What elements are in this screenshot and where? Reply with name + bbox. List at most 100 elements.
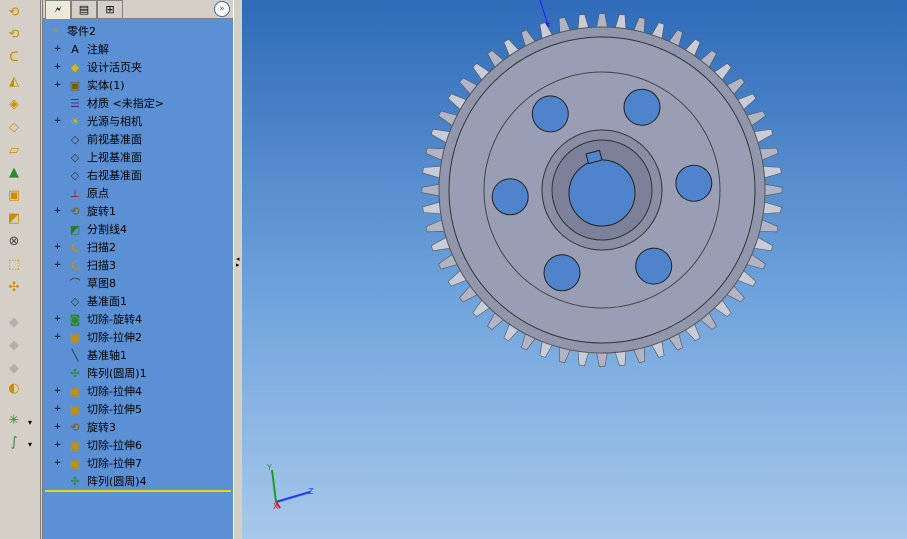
expand-plus-icon[interactable]: + <box>53 260 62 270</box>
property-tab[interactable]: ▤ <box>71 0 97 18</box>
revolve-boss-icon[interactable]: ⟲ <box>4 24 24 44</box>
revolve-icon: ⟲ <box>70 420 80 434</box>
tree-item[interactable]: + ▣ 切除-拉伸7 <box>43 454 231 472</box>
cut-extrude-icon: ▣ <box>69 438 81 452</box>
cut-extrude-icon: ▣ <box>69 330 81 344</box>
tree-item[interactable]: + ☀ 光源与相机 <box>43 112 231 130</box>
plane-icon[interactable]: ▱ <box>4 140 24 160</box>
expand-plus-icon[interactable]: + <box>53 386 62 396</box>
expand-plus-icon[interactable]: + <box>53 404 62 414</box>
view-triad: Z Y X <box>266 463 314 511</box>
tree-item[interactable]: + ◙ 切除-旋转4 <box>43 310 231 328</box>
y-axis-label: Y <box>266 463 272 472</box>
reference-axis-line <box>539 0 548 23</box>
tree-item-label: 旋转1 <box>87 205 116 218</box>
tree-item[interactable]: ⊥ 原点 <box>43 184 231 202</box>
y-axis-line <box>271 469 277 503</box>
curves-icon[interactable]: ∫ <box>4 432 24 452</box>
tree-item-label: 上视基准面 <box>87 151 142 164</box>
tree-item-label: 切除-拉伸4 <box>87 385 142 398</box>
revolve-boss-icon[interactable]: ⟲ <box>4 2 24 22</box>
tree-item[interactable]: ☰ 材质 <未指定> <box>43 94 231 112</box>
expand-plus-icon[interactable]: + <box>53 458 62 468</box>
cut-extrude-icon: ▣ <box>69 402 81 416</box>
tree-item[interactable]: + A 注解 <box>43 40 231 58</box>
expand-plus-icon[interactable]: + <box>53 440 62 450</box>
lights-camera-icon: ☀ <box>70 114 80 128</box>
tree-item[interactable]: + ᑕ 扫描3 <box>43 256 231 274</box>
fillet-icon[interactable]: ◈ <box>4 94 24 114</box>
tree-item[interactable]: ◩ 分割线4 <box>43 220 231 238</box>
draft-icon[interactable]: ▲ <box>4 162 24 182</box>
revolve-icon: ⟲ <box>70 204 80 218</box>
expand-plus-icon[interactable]: + <box>53 206 62 216</box>
plane-icon: ◇ <box>70 132 80 146</box>
tree-item[interactable]: ⌒ 草图8 <box>43 274 231 292</box>
feature-tree-tab[interactable]: 🗲 <box>45 0 71 19</box>
tree-item[interactable]: ╲ 基准轴1 <box>43 346 231 364</box>
part-icon: 🗲 <box>51 24 59 37</box>
expand-plus-icon[interactable]: + <box>53 80 62 90</box>
tree-item[interactable]: + ▣ 切除-拉伸5 <box>43 400 231 418</box>
loft-boss-icon[interactable]: ◭ <box>4 71 24 91</box>
tree-item-label: 基准面1 <box>87 295 127 308</box>
tree-root-part[interactable]: 🗲 零件2 <box>43 22 231 40</box>
lightening-hole <box>635 247 673 285</box>
expand-plus-icon[interactable]: + <box>53 116 62 126</box>
origin-icon: ⊥ <box>70 186 80 200</box>
tree-item[interactable]: + ▣ 切除-拉伸2 <box>43 328 231 346</box>
cut-extrude-icon: ▣ <box>69 456 81 470</box>
tree-item[interactable]: + ▣ 切除-拉伸6 <box>43 436 231 454</box>
circular-pattern-icon: ✣ <box>70 366 80 380</box>
tree-item[interactable]: + ▣ 实体(1) <box>43 76 231 94</box>
tree-item-label: 切除-拉伸7 <box>87 457 142 470</box>
sweep-icon: ᑕ <box>70 240 80 254</box>
expand-plus-icon[interactable]: + <box>53 332 62 342</box>
expand-plus-icon[interactable]: + <box>53 62 62 72</box>
axis-icon: ╲ <box>71 348 79 362</box>
expand-plus-icon[interactable]: + <box>53 314 62 324</box>
tree-item-label: 设计活页夹 <box>87 61 142 74</box>
shell-icon[interactable]: ▣ <box>4 185 24 205</box>
reference-geometry-icon[interactable]: ✳ <box>4 410 24 430</box>
tree-item[interactable]: ◇ 右视基准面 <box>43 166 231 184</box>
tree-item[interactable]: ◇ 基准面1 <box>43 292 231 310</box>
tree-item-label: 右视基准面 <box>87 169 142 182</box>
tree-item-label: 基准轴1 <box>87 349 127 362</box>
shaft-bore <box>568 159 636 227</box>
expand-plus-icon[interactable]: + <box>53 44 62 54</box>
tree-item[interactable]: ✣ 阵列(圆周)1 <box>43 364 231 382</box>
tree-item[interactable]: + ▣ 切除-拉伸4 <box>43 382 231 400</box>
model-view: ✱ Z Y X <box>266 0 783 511</box>
rib-icon[interactable]: ◩ <box>4 208 24 228</box>
tree-item-label: 切除-旋转4 <box>87 313 142 326</box>
sweep-boss-icon[interactable]: ᑕ <box>4 47 24 67</box>
feature-manager-panel: 🗲 ▤ ⊞ » 🗲 零件2 + A 注解 + ◆ 设计活页夹 + ▣ 实体(1) ☰ 材质 <未指定> +… <box>42 0 234 539</box>
configuration-tab[interactable]: ⊞ <box>97 0 123 18</box>
tree-item[interactable]: + ⟲ 旋转3 <box>43 418 231 436</box>
expand-plus-icon[interactable]: + <box>53 422 62 432</box>
cut-extrude-icon: ▣ <box>69 384 81 398</box>
lightening-hole <box>675 164 713 202</box>
configuration-icon: ⊞ <box>105 3 115 16</box>
tree-item[interactable]: ◇ 前视基准面 <box>43 130 231 148</box>
tree-item[interactable]: ✣ 阵列(圆周)4 <box>43 472 231 490</box>
graphics-viewport[interactable]: ✱ Z Y X <box>242 0 907 539</box>
tree-item[interactable]: + ◆ 设计活页夹 <box>43 58 231 76</box>
tree-item[interactable]: + ⟲ 旋转1 <box>43 202 231 220</box>
chamfer-icon[interactable]: ◇ <box>4 117 24 137</box>
cut-icon[interactable]: ⊗ <box>4 231 24 251</box>
expand-panel-button[interactable]: » <box>214 1 230 17</box>
expand-plus-icon[interactable]: + <box>53 242 62 252</box>
tree-item[interactable]: + ᑕ 扫描2 <box>43 238 231 256</box>
design-binder-icon: ◆ <box>70 60 80 74</box>
lightening-hole <box>491 178 529 216</box>
dropdown-arrow-icon[interactable]: ▾ <box>28 440 32 449</box>
tree-item[interactable]: ◇ 上视基准面 <box>43 148 231 166</box>
plane-icon: ◇ <box>70 294 80 308</box>
circular-pattern-icon[interactable]: ✣ <box>4 277 24 297</box>
extrude-cut-icon[interactable]: ⬚ <box>4 254 24 274</box>
dropdown-arrow-icon[interactable]: ▾ <box>28 418 32 427</box>
gear-model[interactable] <box>421 13 783 367</box>
wrap-icon[interactable]: ◐ <box>4 378 24 398</box>
